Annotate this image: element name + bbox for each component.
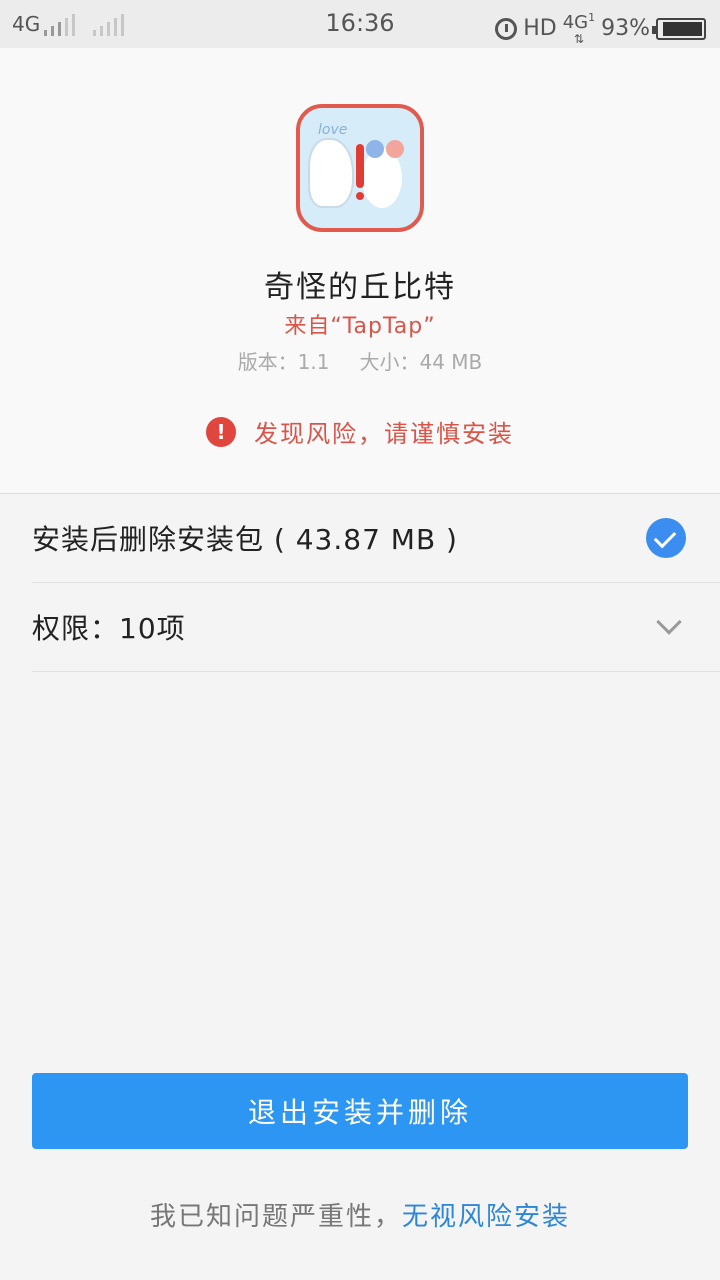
data-arrows-icon: ⇅ — [573, 32, 584, 46]
delete-package-label: 安装后删除安装包 ( 43.87 MB ) — [32, 523, 458, 556]
icon-art-bubble-blue — [366, 140, 384, 158]
footer-notice: 我已知问题严重性，无视风险安装 — [0, 1196, 720, 1233]
status-icons: HD 4G1 ⇅ 93% — [495, 10, 706, 47]
icon-art-bubble-pink — [386, 140, 404, 158]
app-source: 来自“TapTap” — [284, 314, 436, 339]
app-size: 大小：44 MB — [359, 350, 483, 374]
battery-level — [662, 21, 702, 36]
network-sub-label: 1 — [588, 11, 596, 24]
exit-and-delete-button[interactable]: 退出安装并删除 — [32, 1073, 688, 1149]
hd-indicator: HD — [523, 16, 557, 41]
icon-art-figure — [308, 138, 354, 208]
battery-percent: 93% — [601, 16, 650, 41]
warning-exclamation-dot — [356, 192, 364, 200]
network-label: 4G — [562, 12, 589, 33]
chevron-down-icon[interactable] — [656, 609, 682, 635]
permissions-label: 权限：10项 — [32, 612, 186, 645]
battery-icon — [652, 17, 706, 40]
divider — [32, 671, 720, 672]
checkbox-checked-icon[interactable] — [646, 518, 686, 558]
alarm-icon — [495, 17, 518, 40]
icon-art-love-text: love — [318, 122, 348, 138]
app-meta: 版本：1.1 大小：44 MB — [0, 346, 720, 375]
risk-warning: ! 发现风险，请谨慎安装 — [0, 414, 720, 449]
app-info-header: love 奇怪的丘比特 来自“TapTap” 版本：1.1 大小：44 MB ! … — [0, 48, 720, 494]
permissions-row[interactable]: 权限：10项 — [32, 583, 688, 671]
app-name: 奇怪的丘比特 — [264, 270, 456, 305]
risk-warning-text: 发现风险，请谨慎安装 — [254, 420, 514, 448]
warning-exclamation-icon — [356, 144, 364, 188]
network-type-icon: 4G1 ⇅ — [563, 10, 595, 47]
footer-text: 我已知问题严重性， — [149, 1202, 402, 1232]
alert-icon: ! — [206, 416, 236, 447]
status-bar: 4G 16:36 HD 4G1 ⇅ 93% — [0, 0, 720, 48]
delete-package-option[interactable]: 安装后删除安装包 ( 43.87 MB ) — [32, 494, 688, 582]
app-version: 版本：1.1 — [237, 350, 330, 374]
app-icon: love — [296, 104, 424, 232]
ignore-risk-install-link[interactable]: 无视风险安装 — [402, 1202, 570, 1232]
